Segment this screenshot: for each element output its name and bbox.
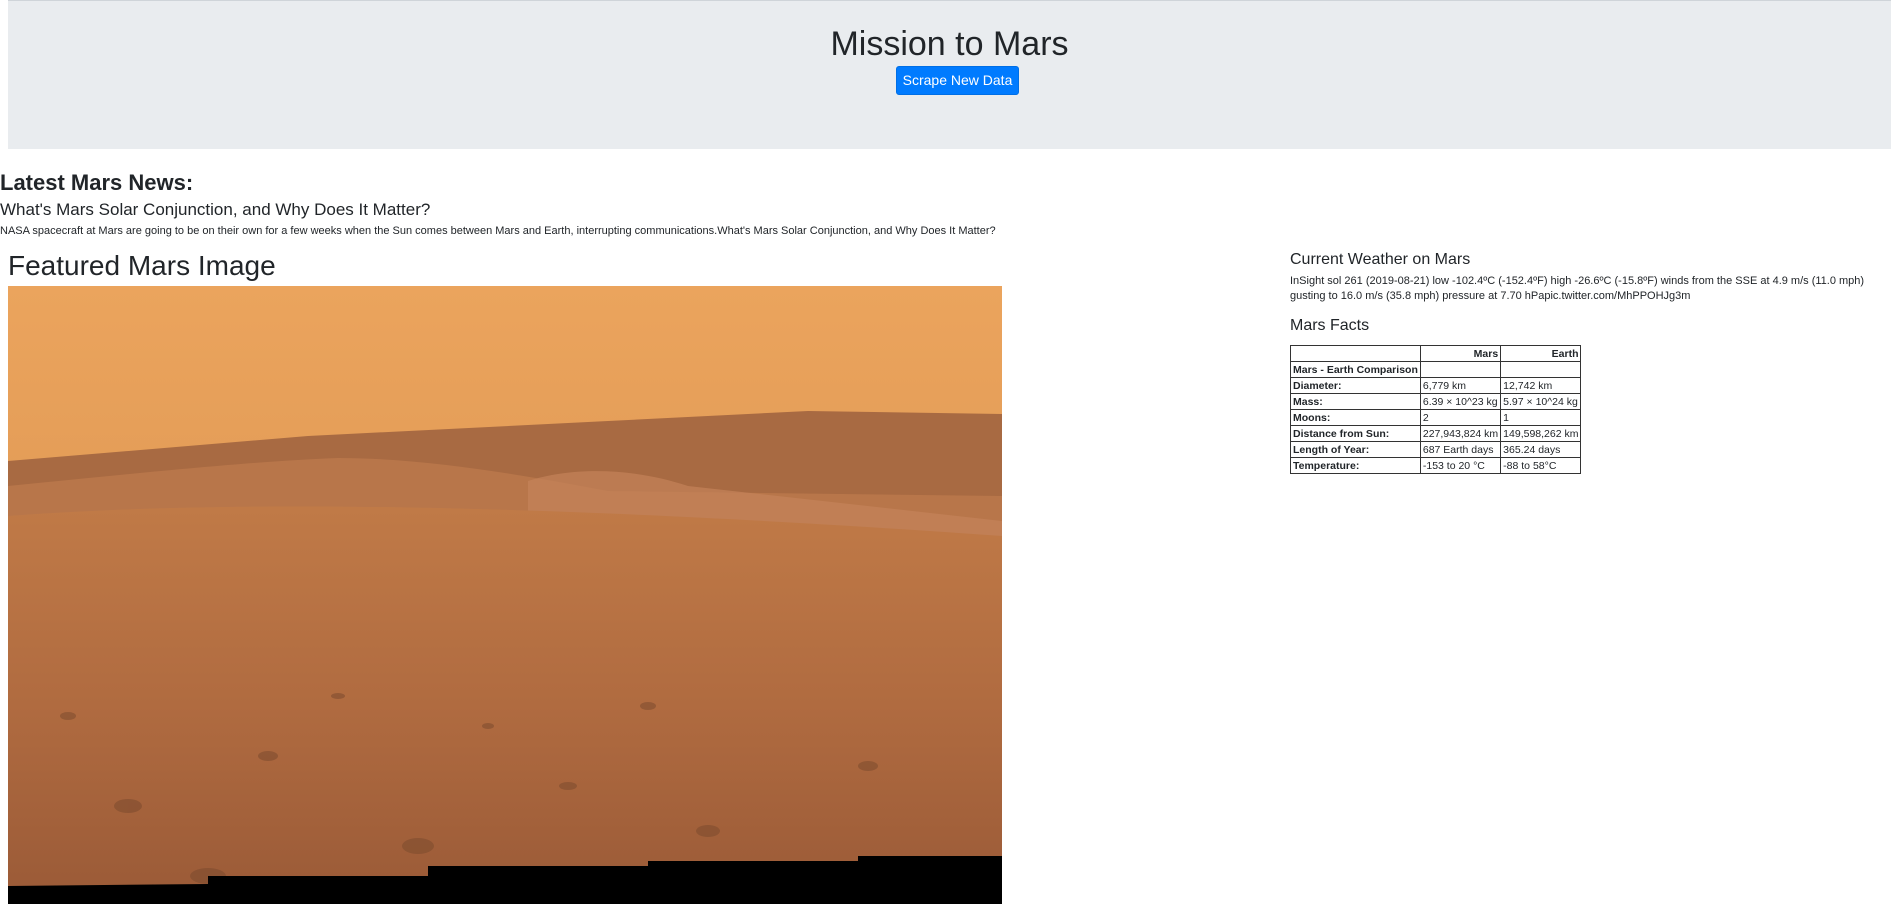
table-row: Mass: 6.39 × 10^23 kg 5.97 × 10^24 kg	[1290, 393, 1582, 410]
table-row: Moons: 2 1	[1290, 409, 1582, 426]
column-header-earth: Earth	[1500, 345, 1582, 362]
column-header	[1290, 345, 1421, 362]
featured-image-heading: Featured Mars Image	[8, 250, 276, 281]
table-row: Length of Year: 687 Earth days 365.24 da…	[1290, 441, 1582, 458]
earth-value: 1	[1500, 409, 1582, 426]
earth-value: 365.24 days	[1500, 441, 1582, 458]
latest-news-heading: Latest Mars News:	[0, 170, 194, 195]
mars-facts-table: Mars Earth Mars - Earth Comparison Diame…	[1290, 345, 1582, 474]
weather-report: InSight sol 261 (2019-08-21) low -102.4º…	[1290, 275, 1865, 302]
news-title: What's Mars Solar Conjunction, and Why D…	[0, 200, 431, 219]
column-header-mars: Mars	[1419, 345, 1502, 362]
table-row: Temperature: -153 to 20 °C -88 to 58°C	[1290, 457, 1582, 474]
earth-value: 149,598,262 km	[1500, 425, 1582, 442]
table-header-row: Mars Earth	[1290, 345, 1582, 362]
mars-value: -153 to 20 °C	[1419, 457, 1502, 474]
row-label: Moons:	[1290, 409, 1421, 426]
row-label: Temperature:	[1290, 457, 1421, 474]
page-title: Mission to Mars	[830, 25, 1069, 63]
featured-mars-image	[8, 286, 1002, 904]
mars-value: 687 Earth days	[1419, 441, 1502, 458]
mars-value: 2	[1419, 409, 1502, 426]
header-jumbotron: Mission to Mars Scrape New Data	[8, 0, 1891, 149]
row-label: Mars - Earth Comparison	[1290, 361, 1421, 378]
earth-value	[1500, 361, 1582, 378]
row-label: Mass:	[1290, 393, 1421, 410]
earth-value: 5.97 × 10^24 kg	[1500, 393, 1582, 410]
mars-value: 6,779 km	[1419, 377, 1502, 394]
earth-value: -88 to 58°C	[1500, 457, 1582, 474]
row-label: Distance from Sun:	[1290, 425, 1421, 442]
table-row: Mars - Earth Comparison	[1290, 361, 1582, 378]
mars-facts-heading: Mars Facts	[1290, 317, 1370, 334]
mars-value: 6.39 × 10^23 kg	[1419, 393, 1502, 410]
row-label: Diameter:	[1290, 377, 1421, 394]
mars-value	[1419, 361, 1502, 378]
row-label: Length of Year:	[1290, 441, 1421, 458]
mars-value: 227,943,824 km	[1419, 425, 1502, 442]
earth-value: 12,742 km	[1500, 377, 1582, 394]
news-paragraph: NASA spacecraft at Mars are going to be …	[0, 225, 996, 237]
weather-heading: Current Weather on Mars	[1290, 251, 1471, 268]
table-row: Distance from Sun: 227,943,824 km 149,59…	[1290, 425, 1582, 442]
table-row: Diameter: 6,779 km 12,742 km	[1290, 377, 1582, 394]
scrape-new-data-button[interactable]: Scrape New Data	[896, 66, 1019, 95]
mars-landscape-graphic	[8, 286, 1002, 904]
